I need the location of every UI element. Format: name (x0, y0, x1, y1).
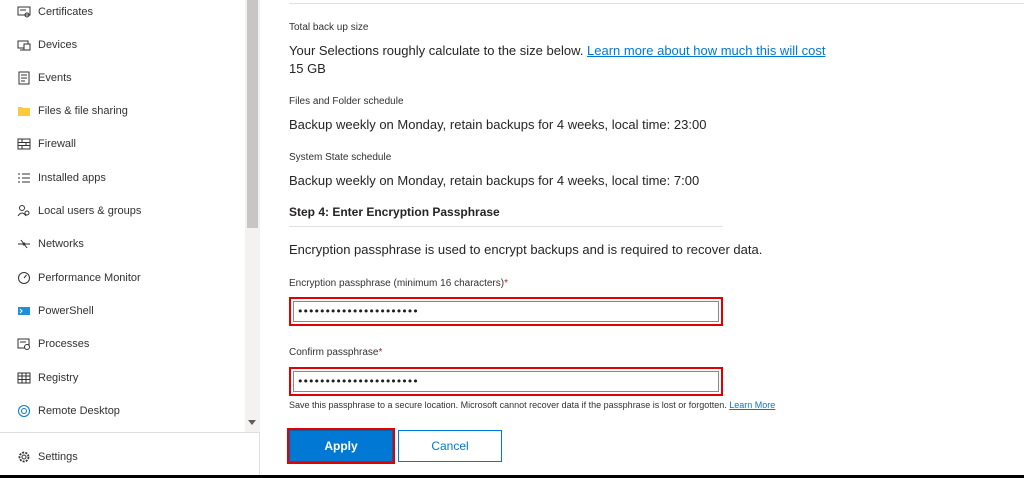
helper-text: Save this passphrase to a secure locatio… (289, 400, 727, 410)
powershell-icon (16, 303, 32, 319)
sidebar-item-local-users[interactable]: Local users & groups (0, 194, 245, 227)
sidebar-item-label: Firewall (38, 137, 76, 150)
certificate-icon (16, 4, 32, 20)
events-icon (16, 70, 32, 86)
sidebar-item-networks[interactable]: Networks (0, 227, 245, 260)
passphrase-label-text: Encryption passphrase (minimum 16 charac… (289, 278, 505, 289)
step-divider (289, 226, 723, 227)
sidebar-item-files[interactable]: Files & file sharing (0, 94, 245, 127)
sidebar-item-settings[interactable]: Settings (0, 440, 245, 473)
sidebar-nav-list: Certificates Devices Events Files & file… (0, 0, 245, 432)
network-icon (16, 236, 32, 252)
sidebar-item-label: Local users & groups (38, 204, 142, 217)
processes-icon (16, 336, 32, 352)
sidebar-item-events[interactable]: Events (0, 61, 245, 94)
sidebar-item-installed-apps[interactable]: Installed apps (0, 161, 245, 194)
gauge-icon (16, 270, 32, 286)
sidebar-item-powershell[interactable]: PowerShell (0, 294, 245, 327)
sidebar: Certificates Devices Events Files & file… (0, 0, 260, 475)
registry-icon (16, 370, 32, 386)
sidebar-item-label: Events (38, 71, 72, 84)
confirm-label: Confirm passphrase* (289, 347, 382, 358)
input-border (293, 371, 719, 392)
sidebar-item-label: Performance Monitor (38, 271, 141, 284)
sidebar-item-firewall[interactable]: Firewall (0, 127, 245, 160)
system-schedule-label: System State schedule (289, 152, 392, 163)
files-schedule-value: Backup weekly on Monday, retain backups … (289, 117, 707, 132)
required-marker: * (378, 347, 383, 358)
total-backup-text: Your Selections roughly calculate to the… (289, 43, 584, 58)
total-backup-label: Total back up size (289, 22, 369, 33)
input-border (293, 301, 719, 322)
passphrase-helper-text: Save this passphrase to a secure locatio… (289, 400, 775, 410)
step-description: Encryption passphrase is used to encrypt… (289, 242, 763, 257)
sidebar-item-label: Certificates (38, 5, 94, 18)
passphrase-input[interactable]: •••••••••••••••••••••• (289, 297, 723, 326)
divider (289, 3, 1024, 4)
sidebar-item-label: Remote Desktop (38, 404, 120, 417)
sidebar-item-label: Settings (38, 450, 78, 463)
sidebar-item-label: Devices (38, 38, 78, 51)
cost-learn-more-link[interactable]: Learn more about how much this will cost (587, 43, 825, 58)
sidebar-item-label: Networks (38, 237, 84, 250)
devices-icon (16, 37, 32, 53)
sidebar-item-label: Installed apps (38, 171, 106, 184)
sidebar-item-label: Registry (38, 371, 79, 384)
folder-icon (16, 103, 32, 119)
scrollbar-thumb[interactable] (247, 0, 258, 228)
sidebar-item-registry[interactable]: Registry (0, 361, 245, 394)
helper-learn-more-link[interactable]: Learn More (729, 400, 775, 410)
required-marker: * (504, 278, 508, 289)
files-schedule-label: Files and Folder schedule (289, 96, 404, 107)
cancel-button[interactable]: Cancel (398, 430, 502, 462)
confirm-passphrase-input[interactable]: •••••••••••••••••••••• (289, 367, 723, 396)
sidebar-divider (0, 432, 260, 433)
total-backup-description: Your Selections roughly calculate to the… (289, 43, 825, 58)
scroll-down-arrow-icon[interactable] (248, 420, 256, 425)
firewall-icon (16, 136, 32, 152)
gear-icon (16, 449, 32, 465)
list-icon (16, 170, 32, 186)
system-schedule-value: Backup weekly on Monday, retain backups … (289, 173, 700, 188)
total-backup-value: 15 GB (289, 61, 326, 76)
passphrase-label: Encryption passphrase (minimum 16 charac… (289, 278, 508, 289)
sidebar-item-certificates[interactable]: Certificates (0, 0, 245, 28)
sidebar-item-label: PowerShell (38, 304, 94, 317)
sidebar-scrollbar[interactable] (245, 0, 260, 432)
step-title: Step 4: Enter Encryption Passphrase (289, 205, 500, 219)
remote-desktop-icon (16, 403, 32, 419)
apply-button[interactable]: Apply (287, 428, 395, 464)
sidebar-item-devices[interactable]: Devices (0, 28, 245, 61)
main-content: Total back up size Your Selections rough… (261, 0, 1024, 475)
sidebar-item-processes[interactable]: Processes (0, 327, 245, 360)
sidebar-item-label: Processes (38, 337, 90, 350)
sidebar-item-remote-desktop[interactable]: Remote Desktop (0, 394, 245, 427)
sidebar-item-label: Files & file sharing (38, 104, 128, 117)
users-icon (16, 203, 32, 219)
sidebar-item-performance-monitor[interactable]: Performance Monitor (0, 261, 245, 294)
confirm-label-text: Confirm passphrase (289, 347, 379, 358)
